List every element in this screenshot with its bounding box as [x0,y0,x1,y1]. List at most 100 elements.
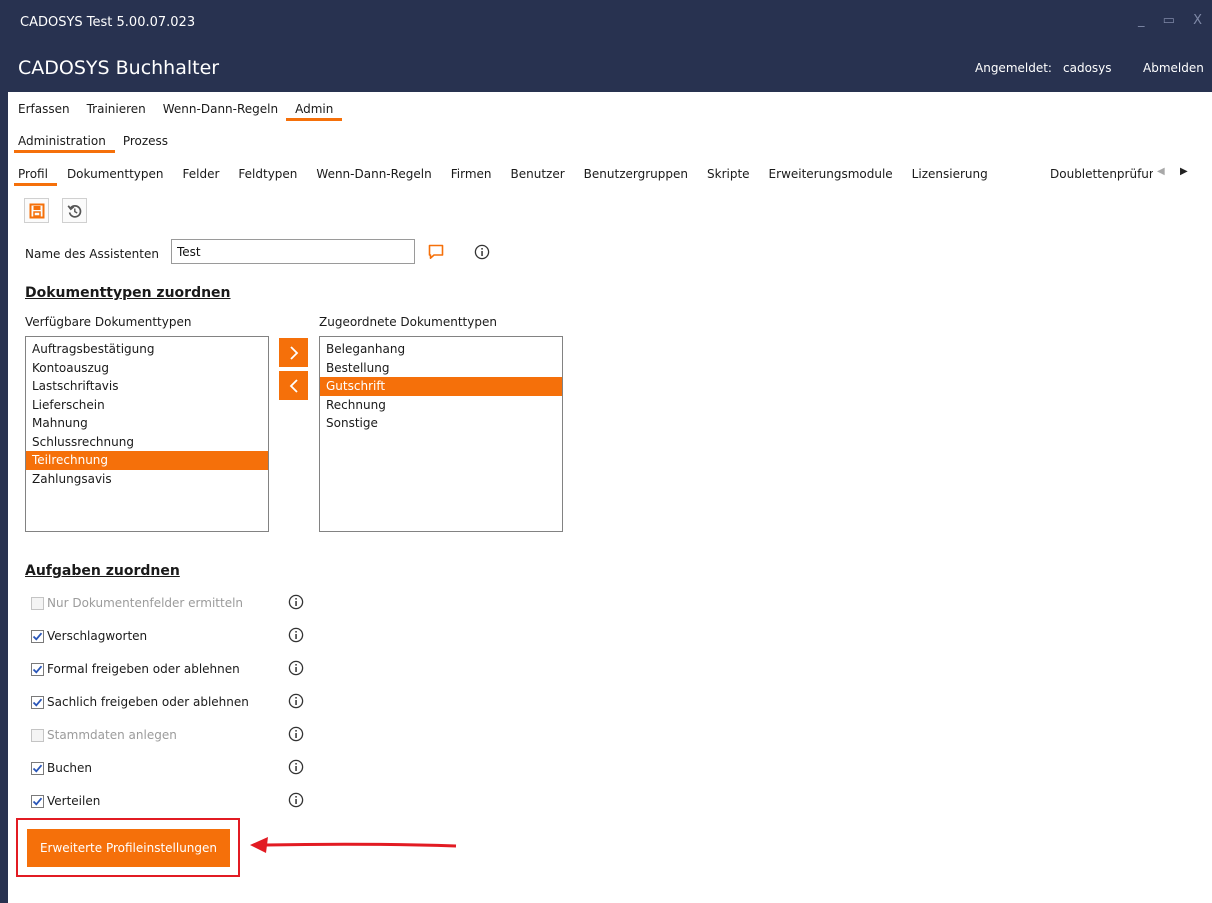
task-label: Formal freigeben oder ablehnen [47,662,240,676]
list-item[interactable]: Lastschriftavis [26,377,268,396]
scroll-left-icon[interactable]: ◀ [1157,166,1165,177]
info-icon[interactable] [288,759,304,778]
checkmark-icon [32,632,43,641]
task-stammdaten-anlegen: Stammdaten anlegen [31,727,177,743]
tab-erfassen[interactable]: Erfassen [18,102,75,121]
tab-trainieren[interactable]: Trainieren [82,102,151,121]
task-formal-freigeben-oder-ablehnen: Formal freigeben oder ablehnen [31,661,240,677]
checkbox[interactable] [31,695,44,709]
list-item[interactable]: Lieferschein [26,396,268,415]
admin-sub-nav: Profil Dokumenttypen Felder Feldtypen Wenn-D… [14,167,1002,186]
info-icon[interactable] [288,627,304,646]
info-icon[interactable] [288,726,304,745]
assign-doctype-button[interactable] [279,338,308,367]
logout-link[interactable]: Abmelden [1143,61,1204,75]
info-icon[interactable] [474,244,490,263]
available-doctypes-list[interactable]: Auftragsbestätigung Kontoauszug Lastschrif… [25,336,269,532]
info-icon[interactable] [288,594,304,613]
comment-icon[interactable] [428,244,444,263]
pointer-arrow-icon [250,837,457,853]
list-item[interactable]: Bestellung [320,359,562,378]
checkmark-icon [32,665,43,674]
tab-administration[interactable]: Administration [14,134,115,153]
task-label: Nur Dokumentenfelder ermitteln [47,596,244,610]
tab-doublettenpruefung[interactable]: Doublettenprüfung [1050,167,1153,181]
window-left-border [0,92,8,903]
info-icon[interactable] [288,792,304,811]
checkbox[interactable] [31,761,44,775]
tab-wenn-dann-regeln[interactable]: Wenn-Dann-Regeln [311,167,436,186]
refresh-icon [67,204,81,218]
doctypes-section-title: Dokumenttypen zuordnen [25,285,231,301]
tab-feldtypen[interactable]: Feldtypen [233,167,302,186]
save-icon [29,203,44,218]
checkmark-icon [32,797,43,806]
list-item[interactable]: Gutschrift [320,377,562,396]
task-label: Sachlich freigeben oder ablehnen [47,695,249,709]
username: cadosys [1063,61,1112,75]
available-doctypes-label: Verfügbare Dokumenttypen [25,315,192,329]
logged-in-label: Angemeldet: [975,61,1052,75]
tab-erweiterungsmodule[interactable]: Erweiterungsmodule [764,167,898,186]
assistant-name-input[interactable] [171,239,415,264]
tab-firmen[interactable]: Firmen [446,167,497,186]
list-item[interactable]: Auftragsbestätigung [26,340,268,359]
task-label: Verschlagworten [47,629,148,643]
window-titlebar: CADOSYS Test 5.00.07.023 _ ▭ X [0,0,1212,45]
tab-dokumenttypen[interactable]: Dokumenttypen [62,167,169,186]
tab-prozess[interactable]: Prozess [118,134,173,153]
checkbox [31,728,44,742]
checkbox [31,596,44,610]
list-item[interactable]: Zahlungsavis [26,470,268,489]
list-item[interactable]: Sonstige [320,414,562,433]
assistant-name-label: Name des Assistenten [25,247,159,261]
task-label: Stammdaten anlegen [47,728,177,742]
tab-admin[interactable]: Admin [286,102,343,121]
info-icon[interactable] [288,660,304,679]
tab-skripte[interactable]: Skripte [702,167,755,186]
maximize-button[interactable]: ▭ [1163,13,1175,28]
list-item[interactable]: Rechnung [320,396,562,415]
tab-lizensierung[interactable]: Lizensierung [907,167,993,186]
assigned-doctypes-list[interactable]: Beleganhang Bestellung Gutschrift Rechnung S… [319,336,563,532]
list-item[interactable]: Beleganhang [320,340,562,359]
tab-profil[interactable]: Profil [14,167,57,186]
scroll-right-icon[interactable]: ▶ [1180,166,1188,177]
window-controls: _ ▭ X [1124,13,1202,28]
checkbox[interactable] [31,662,44,676]
chevron-right-icon [289,345,298,360]
tab-benutzer[interactable]: Benutzer [506,167,570,186]
minimize-button[interactable]: _ [1138,13,1145,28]
checkbox[interactable] [31,629,44,643]
advanced-profile-settings-button[interactable]: Erweiterte Profileinstellungen [27,829,230,867]
app-title: CADOSYS Buchhalter [18,57,220,79]
list-item[interactable]: Schlussrechnung [26,433,268,452]
task-sachlich-freigeben-oder-ablehnen: Sachlich freigeben oder ablehnen [31,694,249,710]
checkbox[interactable] [31,794,44,808]
chevron-left-icon [289,378,298,393]
list-item[interactable]: Mahnung [26,414,268,433]
reset-button[interactable] [62,198,87,223]
tab-wenn-dann-regeln[interactable]: Wenn-Dann-Regeln [158,102,283,121]
checkmark-icon [32,698,43,707]
tab-felder[interactable]: Felder [178,167,225,186]
main-nav: Erfassen Trainieren Wenn-Dann-Regeln Admin [18,102,345,121]
list-item[interactable]: Teilrechnung [26,451,268,470]
checkmark-icon [32,764,43,773]
task-verschlagworten: Verschlagworten [31,628,147,644]
task-label: Buchen [47,761,93,775]
task-buchen: Buchen [31,760,92,776]
task-nur-dokumentenfelder-ermitteln: Nur Dokumentenfelder ermitteln [31,595,243,611]
app-header: CADOSYS Buchhalter Angemeldet: cadosys A… [0,45,1212,92]
task-label: Verteilen [47,794,101,808]
list-item[interactable]: Kontoauszug [26,359,268,378]
window-title: CADOSYS Test 5.00.07.023 [20,15,196,30]
task-verteilen: Verteilen [31,793,100,809]
info-icon[interactable] [288,693,304,712]
tab-benutzergruppen[interactable]: Benutzergruppen [579,167,693,186]
assigned-doctypes-label: Zugeordnete Dokumenttypen [319,315,497,329]
save-button[interactable] [24,198,49,223]
unassign-doctype-button[interactable] [279,371,308,400]
close-button[interactable]: X [1193,13,1202,28]
tasks-section-title: Aufgaben zuordnen [25,563,180,579]
